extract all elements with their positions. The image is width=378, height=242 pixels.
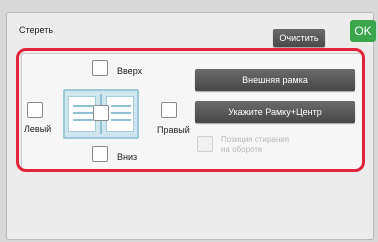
ok-button[interactable]: OK — [350, 20, 376, 42]
page-title: Стереть — [19, 25, 54, 35]
clear-button[interactable]: Очистить — [273, 29, 325, 47]
selection-highlight — [16, 48, 365, 172]
